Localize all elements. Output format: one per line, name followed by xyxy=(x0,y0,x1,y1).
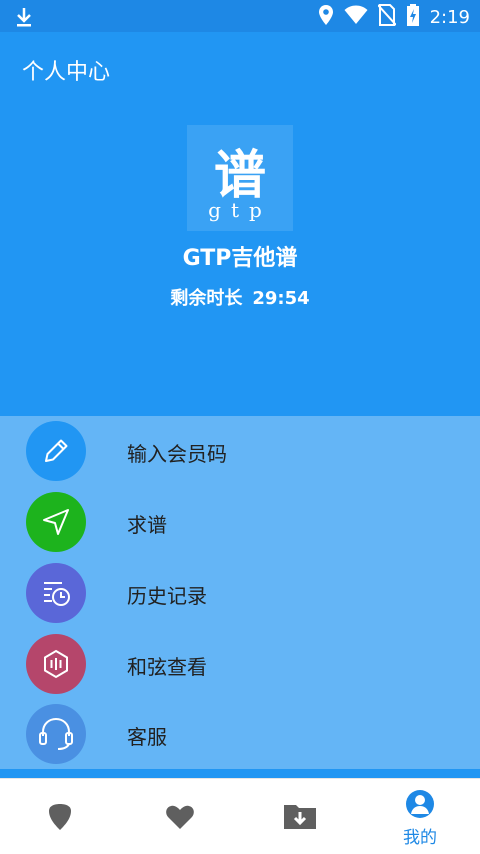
menu-item-label: 输入会员码 xyxy=(127,442,227,466)
page-title: 个人中心 xyxy=(22,60,111,85)
status-time: 2:19 xyxy=(429,6,470,28)
menu-item-member-code[interactable]: 输入会员码 xyxy=(0,416,480,486)
menu-item-label: 历史记录 xyxy=(127,584,207,608)
svg-text:gtp: gtp xyxy=(208,198,272,222)
chord-icon xyxy=(26,634,86,694)
app-name: GTP吉他谱 xyxy=(182,246,298,271)
download-icon xyxy=(14,6,34,32)
menu-item-history[interactable]: 历史记录 xyxy=(0,558,480,628)
app-logo: 谱 gtp xyxy=(187,125,293,231)
tab-tabs[interactable] xyxy=(0,779,120,854)
menu-item-chords[interactable]: 和弦查看 xyxy=(0,629,480,699)
history-icon xyxy=(26,563,86,623)
wifi-icon xyxy=(344,5,368,29)
menu-item-label: 和弦查看 xyxy=(127,655,207,679)
battery-charging-icon xyxy=(406,4,420,30)
heart-icon xyxy=(120,804,240,830)
svg-text:谱: 谱 xyxy=(214,145,266,206)
remaining-value: 29:54 xyxy=(252,288,310,309)
folder-download-icon xyxy=(240,802,360,830)
remaining-time: 剩余时长 29:54 xyxy=(0,284,480,310)
status-bar: 2:19 xyxy=(0,0,480,32)
location-icon xyxy=(318,4,334,30)
profile-header: 个人中心 谱 gtp GTP吉他谱 剩余时长 29:54 xyxy=(0,32,480,416)
pencil-icon xyxy=(26,421,86,481)
bottom-tab-bar: 我的 xyxy=(0,778,480,854)
menu-footer-divider xyxy=(0,769,480,778)
tab-mine-label: 我的 xyxy=(403,828,437,848)
menu-item-label: 求谱 xyxy=(127,513,167,537)
no-sim-icon xyxy=(376,4,397,30)
menu-item-customer-service[interactable]: 客服 xyxy=(0,699,480,769)
guitar-pick-icon xyxy=(0,803,120,831)
send-icon xyxy=(26,492,86,552)
tab-favorites[interactable] xyxy=(120,779,240,854)
menu-list: 输入会员码 求谱 历史记录 和弦查看 客服 xyxy=(0,416,480,769)
menu-item-label: 客服 xyxy=(127,725,167,749)
user-icon xyxy=(360,789,480,821)
headset-icon xyxy=(26,704,86,764)
tab-mine[interactable]: 我的 xyxy=(360,779,480,854)
menu-item-request-score[interactable]: 求谱 xyxy=(0,487,480,557)
tab-downloads[interactable] xyxy=(240,779,360,854)
remaining-label: 剩余时长 xyxy=(170,288,243,309)
